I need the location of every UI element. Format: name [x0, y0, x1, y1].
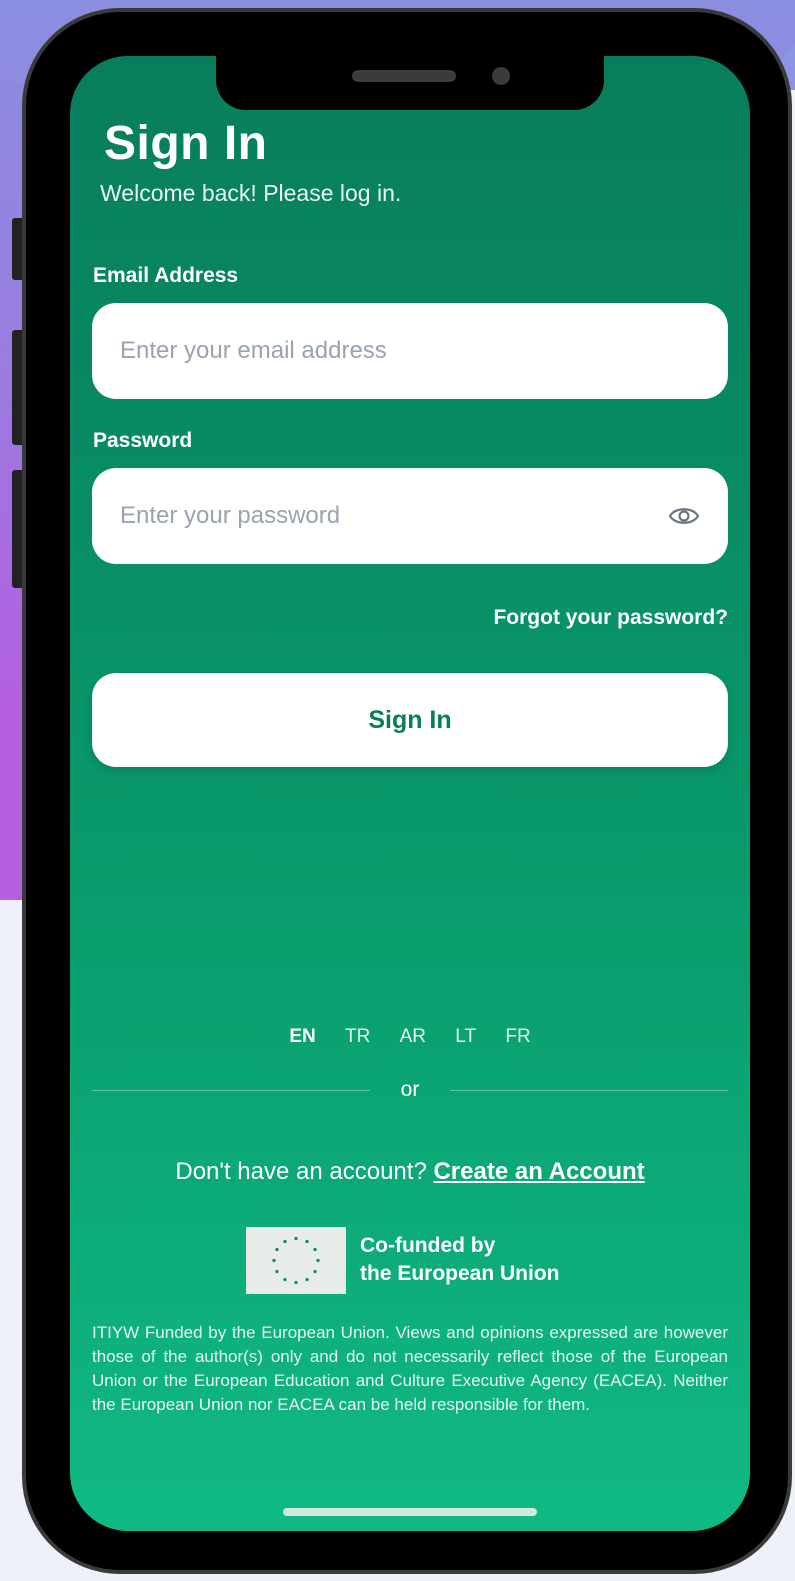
eu-star	[283, 1239, 287, 1244]
eu-star	[272, 1258, 276, 1263]
funding-disclaimer: ITIYW Funded by the European Union. View…	[92, 1323, 728, 1414]
speaker-grille	[352, 70, 456, 82]
phone-side-button-volume-up	[12, 330, 22, 445]
language-option-fr[interactable]: FR	[505, 1026, 530, 1048]
email-label: Email Address	[93, 264, 239, 287]
forgot-password-link[interactable]: Forgot your password?	[493, 606, 728, 630]
password-field-container	[92, 468, 728, 564]
app-screen: Sign In Welcome back! Please log in. Ema…	[70, 56, 750, 1531]
password-label: Password	[93, 429, 193, 452]
eu-funding-line-1: Co-funded by	[360, 1234, 496, 1257]
eu-star	[305, 1239, 309, 1244]
eu-star	[275, 1269, 279, 1274]
eu-star	[316, 1258, 320, 1263]
email-field-container	[92, 303, 728, 399]
eu-star	[275, 1247, 279, 1252]
eye-icon[interactable]	[668, 500, 700, 532]
language-option-ar[interactable]: AR	[400, 1026, 426, 1048]
eu-funding-line-2: the European Union	[360, 1262, 560, 1285]
account-prompt: Don't have an account?	[175, 1158, 427, 1185]
password-field[interactable]	[120, 468, 640, 564]
eu-star	[313, 1269, 317, 1274]
language-option-lt[interactable]: LT	[455, 1026, 476, 1048]
phone-notch	[216, 56, 604, 110]
email-field[interactable]	[120, 303, 640, 399]
page-subtitle: Welcome back! Please log in.	[100, 180, 402, 206]
front-camera	[492, 67, 510, 85]
eu-star	[313, 1247, 317, 1252]
create-account-row: Don't have an account? Create an Account	[70, 1158, 750, 1186]
create-account-link[interactable]: Create an Account	[433, 1158, 644, 1185]
eu-flag-logo	[246, 1227, 346, 1294]
language-option-tr[interactable]: TR	[345, 1026, 370, 1048]
language-option-en[interactable]: EN	[289, 1026, 315, 1048]
language-selector: EN TR AR LT FR	[70, 1026, 750, 1048]
eu-stars-icon	[272, 1236, 320, 1285]
eu-star	[305, 1277, 309, 1282]
phone-side-button-volume-down	[12, 470, 22, 588]
eu-funding-text: Co-funded by the European Union	[360, 1232, 560, 1288]
home-indicator	[283, 1508, 537, 1516]
divider-right	[450, 1090, 728, 1091]
eu-star	[294, 1236, 298, 1241]
page-title: Sign In	[104, 117, 268, 170]
sign-in-button[interactable]: Sign In	[92, 673, 728, 767]
phone-side-button-mute	[12, 218, 22, 280]
eu-star	[294, 1280, 298, 1285]
eu-star	[283, 1277, 287, 1282]
